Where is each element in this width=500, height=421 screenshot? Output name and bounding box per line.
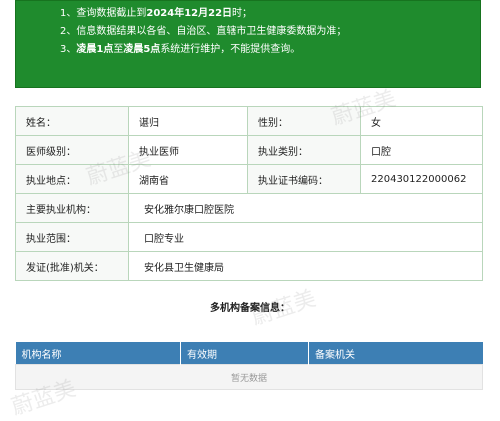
cert-value: 220430122000062 — [360, 164, 483, 194]
gender-value: 女 — [360, 106, 483, 136]
notice-line-1: 1、查询数据截止到2024年12月22日时； — [60, 5, 480, 23]
info-row-location: 执业地点： 湖南省 执业证书编码： 220430122000062 — [15, 164, 483, 194]
name-value: 谌归 — [128, 106, 248, 136]
issuer-value: 安化县卫生健康局 — [128, 251, 483, 281]
doctor-info-table: 姓名： 谌归 性别： 女 医师级别： 执业医师 执业类别： 口腔 执业地点： 湖… — [15, 106, 483, 281]
info-row-name: 姓名： 谌归 性别： 女 — [15, 106, 483, 136]
institution-label: 主要执业机构： — [15, 193, 129, 223]
cert-label: 执业证书编码： — [247, 164, 361, 194]
info-row-issuer: 发证(批准)机关： 安化县卫生健康局 — [15, 251, 483, 281]
empty-state-text: 暂无数据 — [15, 364, 483, 390]
notice-cutoff-date: 2024年12月22日 — [146, 8, 233, 19]
scope-value: 口腔专业 — [128, 222, 483, 252]
category-label: 执业类别： — [247, 135, 361, 165]
notice-line-3-suffix: 系统进行维护，不能提供查询。 — [160, 44, 301, 55]
column-header-validity: 有效期 — [180, 342, 309, 365]
location-value: 湖南省 — [128, 164, 248, 194]
notice-panel: 1、查询数据截止到2024年12月22日时； 2、信息数据结果以各省、自治区、直… — [15, 0, 481, 88]
level-label: 医师级别： — [15, 135, 129, 165]
multi-institution-table: 机构名称 有效期 备案机关 暂无数据 — [15, 342, 483, 390]
notice-line-3-mid: 至 — [113, 44, 124, 55]
notice-line-3: 3、凌晨1点至凌晨5点系统进行维护，不能提供查询。 — [60, 41, 480, 59]
info-row-level: 医师级别： 执业医师 执业类别： 口腔 — [15, 135, 483, 165]
notice-line-3-prefix: 3、 — [60, 44, 77, 55]
info-row-institution: 主要执业机构： 安化雅尔康口腔医院 — [15, 193, 483, 223]
multi-institution-header-row: 机构名称 有效期 备案机关 — [15, 342, 483, 365]
multi-institution-empty-row: 暂无数据 — [15, 364, 483, 390]
location-label: 执业地点： — [15, 164, 129, 194]
column-header-institution-name: 机构名称 — [15, 342, 181, 365]
gender-label: 性别： — [247, 106, 361, 136]
category-value: 口腔 — [360, 135, 483, 165]
issuer-label: 发证(批准)机关： — [15, 251, 129, 281]
scope-label: 执业范围： — [15, 222, 129, 252]
multi-institution-title: 多机构备案信息： — [210, 303, 290, 314]
institution-value: 安化雅尔康口腔医院 — [128, 193, 483, 223]
column-header-filing-authority: 备案机关 — [308, 342, 483, 365]
name-label: 姓名： — [15, 106, 129, 136]
notice-line-1-prefix: 1、查询数据截止到 — [60, 8, 147, 19]
level-value: 执业医师 — [128, 135, 248, 165]
notice-maintenance-start: 凌晨1点 — [76, 44, 114, 55]
info-row-scope: 执业范围： 口腔专业 — [15, 222, 483, 252]
notice-maintenance-end: 凌晨5点 — [123, 44, 161, 55]
notice-line-2: 2、信息数据结果以各省、自治区、直辖市卫生健康委数据为准； — [60, 26, 347, 37]
notice-line-1-suffix: 时； — [232, 8, 253, 19]
